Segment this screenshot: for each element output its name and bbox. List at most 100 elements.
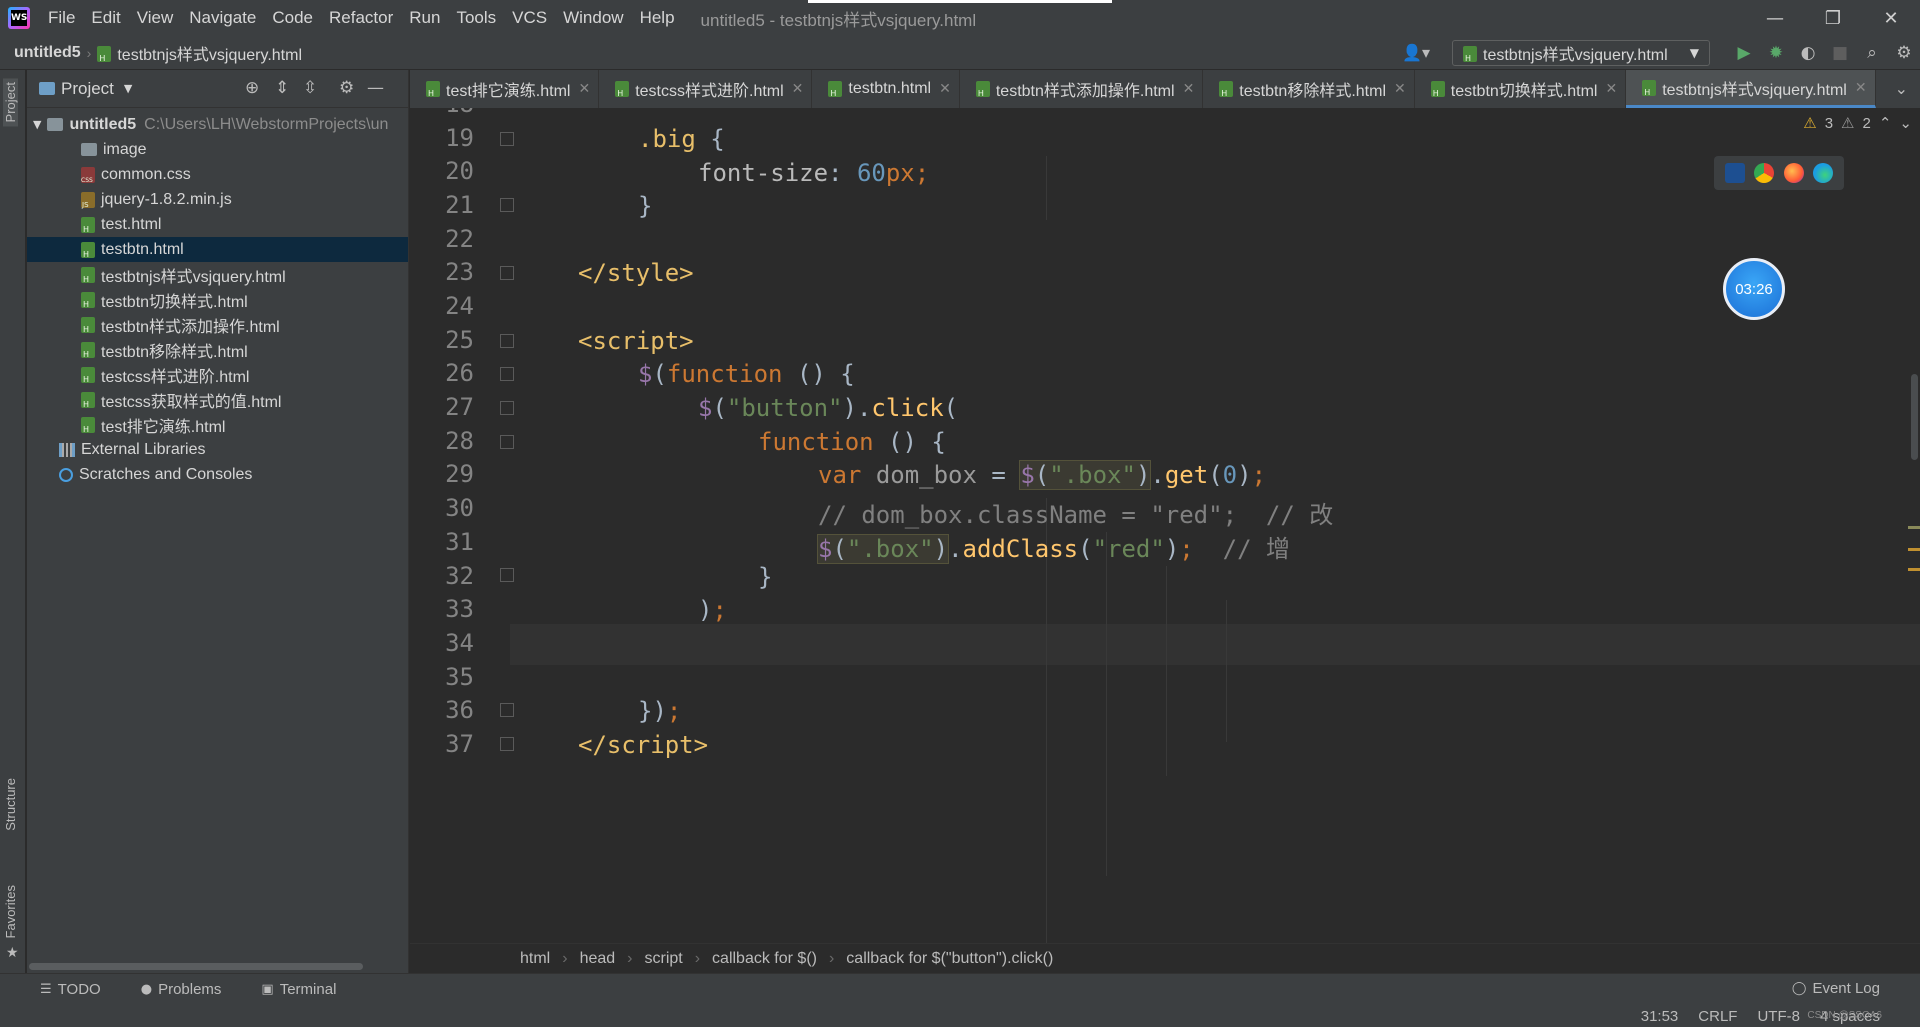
collapse-all-icon[interactable]: ⇳	[303, 78, 317, 98]
breadcrumb-item[interactable]: callback for $()	[712, 950, 817, 968]
fold-marker-icon[interactable]	[500, 266, 514, 280]
close-tab-icon[interactable]: ✕	[1605, 81, 1617, 97]
breadcrumb-project[interactable]: untitled5	[14, 44, 81, 62]
terminal-button[interactable]: ▣ Terminal	[261, 981, 336, 998]
tree-item[interactable]: image	[27, 137, 408, 162]
menu-run[interactable]: Run	[401, 8, 448, 28]
hide-icon[interactable]: —	[367, 78, 384, 98]
editor-tab-active[interactable]: testbtnjs样式vsjquery.html ✕	[1626, 70, 1876, 108]
menu-tools[interactable]: Tools	[448, 8, 504, 28]
menu-file[interactable]: File	[40, 8, 83, 28]
line-separator[interactable]: CRLF	[1698, 1008, 1737, 1025]
tree-item[interactable]: jquery-1.8.2.min.js	[27, 187, 408, 212]
menu-window[interactable]: Window	[555, 8, 631, 28]
menu-navigate[interactable]: Navigate	[181, 8, 264, 28]
project-view-selector[interactable]: Project	[61, 79, 114, 99]
tree-item[interactable]: testcss获取样式的值.html	[27, 387, 408, 412]
breadcrumb-file[interactable]: testbtnjs样式vsjquery.html	[97, 41, 302, 65]
edge-icon[interactable]	[1813, 163, 1834, 183]
fold-marker-icon[interactable]	[500, 737, 514, 751]
fold-marker-icon[interactable]	[500, 435, 514, 449]
editor-tab[interactable]: testcss样式进阶.html ✕	[599, 70, 813, 108]
chrome-icon[interactable]	[1754, 163, 1775, 183]
scrollbar-thumb[interactable]	[29, 963, 363, 970]
breadcrumb-item[interactable]: head	[580, 950, 616, 968]
breadcrumb-item[interactable]: script	[644, 950, 682, 968]
settings-gear-icon[interactable]: ⚙	[1888, 43, 1920, 63]
editor-tab[interactable]: testbtn样式添加操作.html ✕	[960, 70, 1204, 108]
run-icon[interactable]: ▶	[1728, 43, 1760, 63]
close-tab-icon[interactable]: ✕	[1394, 81, 1406, 97]
horizontal-scrollbar[interactable]	[27, 959, 409, 973]
menu-view[interactable]: View	[129, 8, 182, 28]
inspection-widget[interactable]: ⚠ 3 ⚠ 2 ⌃ ⌄	[1803, 114, 1912, 133]
fold-marker-icon[interactable]	[500, 703, 514, 717]
structure-tool-window-button[interactable]: Structure	[3, 778, 18, 831]
editor-tab[interactable]: testbtn移除样式.html ✕	[1203, 70, 1415, 108]
editor-tab[interactable]: test排它演练.html ✕	[410, 70, 600, 108]
code-line: .big {	[638, 125, 725, 153]
tree-item[interactable]: testbtn切换样式.html	[27, 287, 408, 312]
run-configuration-select[interactable]: testbtnjs样式vsjquery.html ▼	[1452, 40, 1710, 66]
close-tab-icon[interactable]: ✕	[939, 81, 951, 97]
fold-marker-icon[interactable]	[500, 132, 514, 146]
todo-button[interactable]: ☰ TODO	[40, 981, 101, 998]
tabs-menu-chevron-icon[interactable]: ⌄	[1895, 79, 1908, 98]
minimize-button[interactable]: —	[1746, 0, 1804, 36]
firefox-icon[interactable]	[1783, 163, 1804, 183]
stop-icon[interactable]: ■	[1824, 43, 1856, 63]
menu-help[interactable]: Help	[632, 8, 683, 28]
close-button[interactable]: ✕	[1862, 0, 1920, 36]
close-tab-icon[interactable]: ✕	[578, 81, 590, 97]
webstorm-browser-icon[interactable]	[1724, 163, 1745, 183]
tree-item[interactable]: test.html	[27, 212, 408, 237]
menu-edit[interactable]: Edit	[83, 8, 128, 28]
tree-item[interactable]: testcss样式进阶.html	[27, 362, 408, 387]
close-tab-icon[interactable]: ✕	[1855, 80, 1867, 96]
timer-badge[interactable]: 03:26	[1723, 258, 1785, 320]
previous-highlight-icon[interactable]: ⌃	[1879, 114, 1892, 132]
breadcrumb-item[interactable]: callback for $("button").click()	[846, 950, 1053, 968]
fold-marker-icon[interactable]	[500, 198, 514, 212]
tree-item[interactable]: test排它演练.html	[27, 412, 408, 437]
favorites-tool-window-button[interactable]: Favorites	[3, 885, 18, 938]
menu-refactor[interactable]: Refactor	[321, 8, 401, 28]
editor-tab[interactable]: testbtn.html ✕	[812, 70, 960, 108]
tree-item-selected[interactable]: testbtn.html	[27, 237, 408, 262]
user-icon[interactable]: 👤▾	[1402, 43, 1430, 63]
scrollbar-thumb[interactable]	[1911, 374, 1918, 460]
search-icon[interactable]: ⌕	[1856, 43, 1888, 63]
tree-root[interactable]: ▼ untitled5 C:\Users\LH\WebstormProjects…	[27, 112, 408, 137]
tree-item[interactable]: testbtn样式添加操作.html	[27, 312, 408, 337]
debug-icon[interactable]: ✹	[1760, 43, 1792, 63]
expand-all-icon[interactable]: ⇕	[275, 78, 289, 98]
tree-item[interactable]: common.css	[27, 162, 408, 187]
caret-position[interactable]: 31:53	[1641, 1008, 1679, 1025]
fold-marker-icon[interactable]	[500, 334, 514, 348]
file-encoding[interactable]: UTF-8	[1757, 1008, 1800, 1025]
fold-marker-icon[interactable]	[500, 568, 514, 582]
fold-marker-icon[interactable]	[500, 401, 514, 415]
tree-item-external-libraries[interactable]: External Libraries	[27, 437, 408, 462]
locate-icon[interactable]: ⊕	[245, 78, 259, 98]
tree-item-scratches[interactable]: Scratches and Consoles	[27, 462, 408, 487]
tree-item[interactable]: testbtnjs样式vsjquery.html	[27, 262, 408, 287]
settings-gear-icon[interactable]: ⚙	[339, 78, 354, 98]
coverage-icon[interactable]: ◐	[1792, 43, 1824, 63]
problems-button[interactable]: ● Problems	[141, 981, 222, 998]
tree-item-label: testbtnjs样式vsjquery.html	[101, 268, 286, 286]
close-tab-icon[interactable]: ✕	[792, 81, 804, 97]
editor-tab[interactable]: testbtn切换样式.html ✕	[1415, 70, 1627, 108]
vertical-scrollbar[interactable]	[1908, 108, 1920, 943]
project-tool-window-button[interactable]: Project	[3, 78, 18, 127]
menu-vcs[interactable]: VCS	[504, 8, 555, 28]
tree-item[interactable]: testbtn移除样式.html	[27, 337, 408, 362]
fold-marker-icon[interactable]	[500, 367, 514, 381]
code-editor[interactable]: 18 19 20 21 22 23 24 25 26 27 28 29 30 3…	[410, 108, 1920, 943]
restore-button[interactable]: ❐	[1804, 0, 1862, 36]
window-title: untitled5 - testbtnjs样式vsjquery.html	[700, 10, 977, 30]
close-tab-icon[interactable]: ✕	[1183, 81, 1195, 97]
event-log-button[interactable]: ◯ Event Log	[1792, 980, 1880, 997]
menu-code[interactable]: Code	[264, 8, 321, 28]
breadcrumb-item[interactable]: html	[520, 950, 550, 968]
